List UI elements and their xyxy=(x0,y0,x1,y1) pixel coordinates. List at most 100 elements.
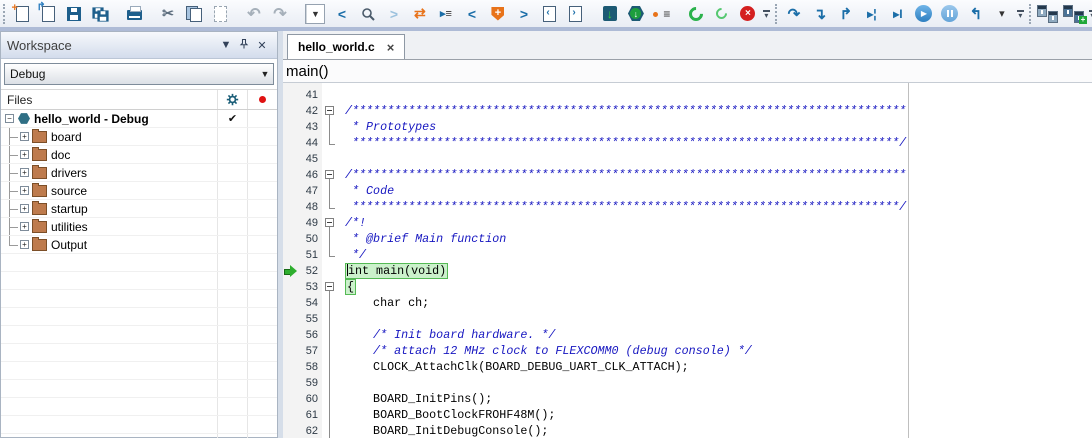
toolbar-overflow-button[interactable]: ▾ xyxy=(763,10,770,18)
tree-row-drivers[interactable]: +drivers xyxy=(1,164,277,182)
line-number[interactable]: 56 xyxy=(298,327,322,343)
code-line-50[interactable]: 50 * @brief Main function xyxy=(283,231,908,247)
tree-row-project[interactable]: −hello_world - Debug✔ xyxy=(1,110,277,128)
breakpoint-margin[interactable] xyxy=(283,199,298,215)
cut-button[interactable]: ✂ xyxy=(156,2,180,26)
save-all-button[interactable] xyxy=(88,2,112,26)
line-number[interactable]: 51 xyxy=(298,247,322,263)
fold-collapse-icon[interactable] xyxy=(325,282,334,291)
code-text[interactable] xyxy=(342,311,345,327)
code-line-60[interactable]: 60 BOARD_InitPins(); xyxy=(283,391,908,407)
code-line-62[interactable]: 62 BOARD_InitDebugConsole(); xyxy=(283,423,908,438)
line-number[interactable]: 61 xyxy=(298,407,322,423)
code-line-51[interactable]: 51 */ xyxy=(283,247,908,263)
config-selector[interactable]: Debug ▼ xyxy=(4,63,274,85)
code-area[interactable]: 4142/***********************************… xyxy=(283,83,909,438)
combo-dropdown-icon[interactable]: ▼ xyxy=(306,5,324,23)
reset-button[interactable]: ↷ xyxy=(782,2,806,26)
debug-toolbar-grip[interactable] xyxy=(775,4,777,24)
code-text[interactable]: { xyxy=(342,279,356,295)
line-number[interactable]: 53 xyxy=(298,279,322,295)
tree-row-startup[interactable]: +startup xyxy=(1,200,277,218)
fold-collapse-icon[interactable] xyxy=(325,170,334,179)
breakpoint-margin[interactable] xyxy=(283,343,298,359)
breakpoint-margin[interactable] xyxy=(283,183,298,199)
quick-search-combobox[interactable]: ▼ xyxy=(305,4,325,24)
memory-blocks-button[interactable] xyxy=(1036,2,1060,26)
code-text[interactable]: * Code xyxy=(342,183,394,199)
line-number[interactable]: 60 xyxy=(298,391,322,407)
tab-close-icon[interactable]: × xyxy=(387,40,395,55)
line-number[interactable]: 49 xyxy=(298,215,322,231)
expander-icon[interactable]: + xyxy=(20,204,29,213)
breakpoint-margin[interactable] xyxy=(283,151,298,167)
line-number[interactable]: 48 xyxy=(298,199,322,215)
line-number[interactable]: 43 xyxy=(298,119,322,135)
code-line-53[interactable]: 53 { xyxy=(283,279,908,295)
add-memory-blocks-button[interactable]: + xyxy=(1062,2,1086,26)
breakpoint-margin[interactable] xyxy=(283,375,298,391)
next-document-button[interactable]: › xyxy=(564,2,588,26)
code-line-48[interactable]: 48 *************************************… xyxy=(283,199,908,215)
panel-menu-button[interactable]: ▼ xyxy=(217,39,235,51)
prev-bookmark-button[interactable]: < xyxy=(460,2,484,26)
print-button[interactable] xyxy=(122,2,146,26)
code-text[interactable]: int main(void) xyxy=(342,263,448,279)
cstat-analyze-button[interactable] xyxy=(684,2,708,26)
breakpoint-margin[interactable] xyxy=(283,263,298,279)
code-line-52[interactable]: 52 int main(void) xyxy=(283,263,908,279)
code-line-43[interactable]: 43 * Prototypes xyxy=(283,119,908,135)
code-text[interactable]: * Prototypes xyxy=(342,119,436,135)
line-number[interactable]: 44 xyxy=(298,135,322,151)
files-column-header[interactable]: Files xyxy=(1,89,277,110)
code-text[interactable] xyxy=(342,151,345,167)
breakpoint-margin[interactable] xyxy=(283,391,298,407)
tree-row-output[interactable]: +Output xyxy=(1,236,277,254)
new-document-button[interactable]: + xyxy=(10,2,34,26)
pin-button[interactable] xyxy=(235,38,253,53)
stop-build-button[interactable]: × xyxy=(736,2,760,26)
code-text[interactable]: * @brief Main function xyxy=(342,231,506,247)
code-line-41[interactable]: 41 xyxy=(283,87,908,103)
code-text[interactable]: /***************************************… xyxy=(342,103,906,119)
code-text[interactable]: char ch; xyxy=(342,295,429,311)
line-number[interactable]: 52 xyxy=(298,263,322,279)
debug-without-downloading-button[interactable]: ↓ xyxy=(624,2,648,26)
close-panel-button[interactable]: ✕ xyxy=(253,39,271,52)
breakpoint-margin[interactable] xyxy=(283,247,298,263)
code-text[interactable] xyxy=(342,375,345,391)
fold-collapse-icon[interactable] xyxy=(325,106,334,115)
fold-margin[interactable] xyxy=(322,215,342,231)
line-number[interactable]: 45 xyxy=(298,151,322,167)
next-bookmark-button[interactable]: > xyxy=(512,2,536,26)
breakpoint-margin[interactable] xyxy=(283,119,298,135)
toolbar-grip[interactable] xyxy=(3,4,5,24)
code-text[interactable]: /*! xyxy=(342,215,366,231)
code-text[interactable]: /***************************************… xyxy=(342,167,906,183)
code-line-45[interactable]: 45 xyxy=(283,151,908,167)
fold-margin[interactable] xyxy=(322,279,342,295)
run-to-cursor-button[interactable]: ▸I xyxy=(886,2,910,26)
extra-toolbar-grip[interactable] xyxy=(1029,4,1031,24)
cstat-analyze-file-button[interactable] xyxy=(710,2,734,26)
redo-button[interactable]: ↷ xyxy=(268,2,292,26)
code-line-56[interactable]: 56 /* Init board hardware. */ xyxy=(283,327,908,343)
line-number[interactable]: 55 xyxy=(298,311,322,327)
breakpoint-column-header[interactable] xyxy=(247,90,277,109)
copy-button[interactable] xyxy=(182,2,206,26)
step-out-button[interactable]: ↱ xyxy=(834,2,858,26)
toggle-breakpoint-button[interactable]: + xyxy=(486,2,510,26)
expander-icon[interactable]: + xyxy=(20,150,29,159)
code-line-54[interactable]: 54 char ch; xyxy=(283,295,908,311)
line-number[interactable]: 59 xyxy=(298,375,322,391)
options-column-header[interactable] xyxy=(217,90,247,109)
code-text[interactable]: BOARD_InitPins(); xyxy=(342,391,492,407)
code-text[interactable]: ****************************************… xyxy=(342,135,906,151)
breakpoint-margin[interactable] xyxy=(283,311,298,327)
fold-collapse-icon[interactable] xyxy=(325,218,334,227)
tree-row-board[interactable]: +board xyxy=(1,128,277,146)
undo-button[interactable]: ↶ xyxy=(242,2,266,26)
code-line-55[interactable]: 55 xyxy=(283,311,908,327)
expander-icon[interactable]: + xyxy=(20,132,29,141)
code-line-57[interactable]: 57 /* attach 12 MHz clock to FLEXCOMM0 (… xyxy=(283,343,908,359)
